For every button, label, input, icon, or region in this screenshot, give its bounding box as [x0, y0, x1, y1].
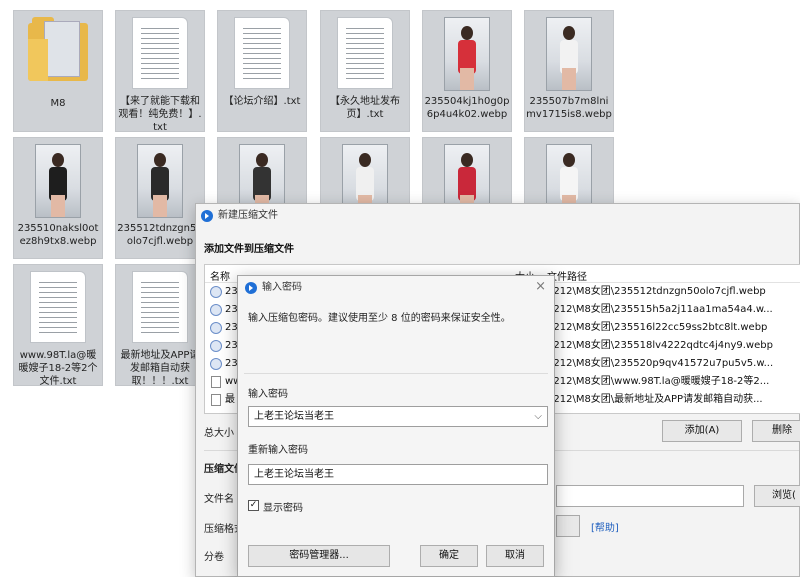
text-file-icon [211, 376, 221, 388]
password-label: 输入密码 [248, 389, 288, 400]
file-tile-text[interactable]: 【论坛介绍】.txt [217, 10, 307, 132]
split-volume-label: 分卷 [204, 552, 224, 563]
password-manager-button[interactable]: 密码管理器... [248, 545, 390, 567]
file-name: 最新地址及APP请发邮箱自动获取！！！.txt [120, 350, 200, 387]
chevron-down-icon[interactable]: ⌵ [534, 407, 542, 426]
image-thumbnail-icon [444, 17, 490, 91]
delete-button[interactable]: 删除 [752, 420, 800, 442]
dialog-title: 输入密码 [262, 282, 302, 293]
confirm-password-field[interactable]: 上老王论坛当老王 [248, 464, 548, 485]
file-tile-text[interactable]: 【来了就能下载和观看！纯免费！】.txt [115, 10, 205, 133]
close-icon[interactable]: × [535, 279, 546, 294]
file-name: 【永久地址发布页】.txt [330, 96, 400, 120]
file-tile-image[interactable]: 235507b7m8lnimv1715is8.webp [524, 10, 614, 132]
section-heading: 添加文件到压缩文件 [204, 244, 294, 255]
image-thumbnail-icon [35, 144, 81, 218]
text-file-icon [132, 17, 188, 89]
dialog-titlebar: 输入密码 [238, 276, 554, 300]
password-field[interactable]: 上老王论坛当老王 ⌵ [248, 406, 548, 427]
add-button[interactable]: 添加(A) [662, 420, 742, 442]
divider [244, 373, 548, 374]
file-name: 【来了就能下载和观看！纯免费！】.txt [118, 96, 202, 133]
webp-file-icon [210, 340, 222, 352]
filename-label: 文件名 [204, 494, 234, 505]
file-name: 235507b7m8lnimv1715is8.webp [526, 96, 612, 120]
confirm-password-value: 上老王论坛当老王 [254, 469, 334, 480]
text-file-icon [30, 271, 86, 343]
image-thumbnail-icon [137, 144, 183, 218]
text-file-icon [132, 271, 188, 343]
ok-button[interactable]: 确定 [420, 545, 478, 567]
file-name: 235510naksl0otez8h9tx8.webp [17, 223, 99, 247]
confirm-password-label: 重新输入密码 [248, 445, 308, 456]
folder-icon [28, 17, 88, 83]
file-tile-text[interactable]: 最新地址及APP请发邮箱自动获取！！！.txt [115, 264, 205, 387]
file-tile-text[interactable]: 【永久地址发布页】.txt [320, 10, 410, 132]
total-size-label: 总大小 [204, 428, 234, 439]
text-file-icon [234, 17, 290, 89]
file-name: 235512tdnzgn50olo7cjfl.webp [117, 223, 203, 247]
filename-field[interactable] [556, 485, 744, 507]
password-value: 上老王论坛当老王 [254, 411, 334, 422]
file-name: 【论坛介绍】.txt [223, 96, 301, 107]
text-file-icon [211, 394, 221, 406]
browse-button[interactable]: 浏览( [754, 485, 800, 507]
password-hint: 输入压缩包密码。建议使用至少 8 位的密码来保证安全性。 [248, 313, 511, 324]
dialog-title: 新建压缩文件 [218, 210, 278, 221]
column-name-header[interactable]: 名称 [210, 268, 230, 283]
app-logo-icon [201, 210, 213, 222]
webp-file-icon [210, 304, 222, 316]
show-password-checkbox[interactable]: ✓ [248, 500, 259, 511]
file-tile-image[interactable]: 235510naksl0otez8h9tx8.webp [13, 137, 103, 259]
password-dialog: 输入密码 × 输入压缩包密码。建议使用至少 8 位的密码来保证安全性。 输入密码… [237, 275, 555, 577]
image-thumbnail-icon [546, 17, 592, 91]
file-tile-image[interactable]: 235512tdnzgn50olo7cjfl.webp [115, 137, 205, 259]
file-name: 235504kj1h0g0p6p4u4k02.webp [424, 96, 510, 120]
show-password-label[interactable]: 显示密码 [263, 499, 303, 514]
help-link[interactable]: [帮助] [591, 519, 619, 534]
file-name: M8 [50, 98, 66, 109]
file-tile-image[interactable]: 235504kj1h0g0p6p4u4k02.webp [422, 10, 512, 132]
app-logo-icon [245, 282, 257, 294]
text-file-icon [337, 17, 393, 89]
dialog-titlebar: 新建压缩文件 [196, 204, 799, 228]
file-tile-text[interactable]: www.98T.la@暖暖嫂子18-2等2个文件.txt [13, 264, 103, 387]
cancel-button[interactable]: 取消 [486, 545, 544, 567]
webp-file-icon [210, 358, 222, 370]
webp-file-icon [210, 286, 222, 298]
file-name: www.98T.la@暖暖嫂子18-2等2个文件.txt [18, 350, 98, 387]
file-tile-folder-m8[interactable]: M8 [13, 10, 103, 132]
webp-file-icon [210, 322, 222, 334]
format-select[interactable] [556, 515, 580, 537]
